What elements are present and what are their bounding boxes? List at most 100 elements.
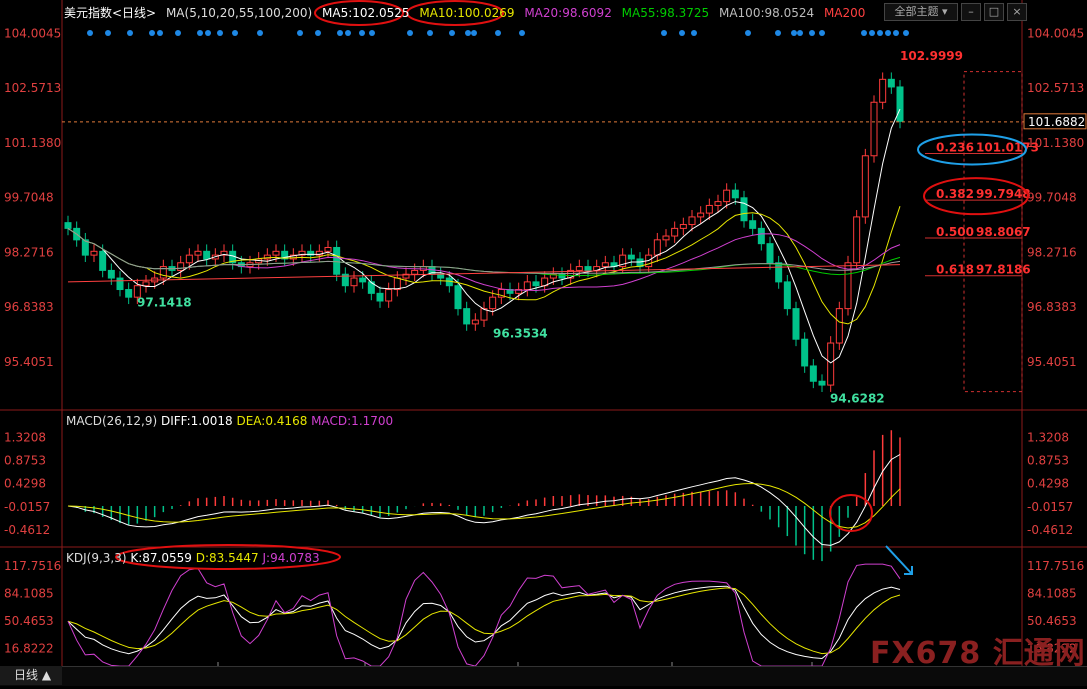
price-tick-left: 99.7048	[4, 191, 54, 205]
signal-dot	[175, 30, 181, 36]
fib-value: 101.0173	[976, 140, 1039, 154]
macd-value: MACD:1.1700	[311, 414, 394, 428]
candle-body	[757, 227, 765, 245]
candle-body	[792, 308, 800, 340]
signal-dot	[465, 30, 471, 36]
candle-body	[471, 319, 479, 325]
candle-body	[584, 266, 592, 271]
candle-body	[705, 204, 713, 214]
restore-icon[interactable]: □	[984, 3, 1004, 21]
candle-body	[333, 246, 341, 275]
signal-dot	[127, 30, 133, 36]
signal-dot	[217, 30, 223, 36]
signal-dot	[369, 30, 375, 36]
low-price-label: 94.6282	[830, 391, 885, 405]
candle-body	[601, 262, 609, 268]
ma10-value: MA10:100.0269	[419, 6, 515, 20]
close-icon[interactable]: ×	[1007, 3, 1027, 21]
signal-dot	[257, 30, 263, 36]
price-tick-left: 101.1380	[4, 136, 61, 150]
candle-body	[411, 269, 419, 275]
candle-body	[662, 235, 670, 241]
price-tick-right: 95.4051	[1027, 355, 1077, 369]
signal-dot	[775, 30, 781, 36]
signal-dot	[861, 30, 867, 36]
price-tick-left: 95.4051	[4, 355, 54, 369]
instrument-title: 美元指数<日线>	[64, 6, 157, 20]
period-tab[interactable]: 日线 ▲	[0, 666, 62, 685]
candle-body	[376, 292, 384, 302]
candle-body	[835, 308, 843, 344]
kdj-k-line	[67, 585, 901, 660]
candle-body	[697, 212, 705, 218]
fib-ratio: 0.500	[936, 225, 974, 239]
chart-canvas[interactable]: 104.0045 104.0045 102.5713 102.5713 101.1380…	[0, 0, 1087, 685]
price-tick-right: 99.7048	[1027, 191, 1077, 205]
kdj-tick-right: 117.7516	[1027, 559, 1084, 573]
signal-dot	[809, 30, 815, 36]
price-header: 美元指数<日线> MA(5,10,20,55,100,200) MA5:102.…	[64, 4, 871, 21]
kdj-d: D:83.5447	[195, 551, 259, 565]
macd-tick-left: -0.0157	[4, 500, 50, 514]
candle-body	[177, 262, 185, 271]
candle-body	[879, 78, 887, 103]
kdj-tick-right: 84.1085	[1027, 586, 1077, 600]
signal-dot	[519, 30, 525, 36]
candle-body	[350, 277, 358, 287]
signal-dot	[471, 30, 477, 36]
fib-ratio: 0.618	[936, 263, 974, 277]
signal-dot	[903, 30, 909, 36]
kdj-tick-left: 16.8222	[4, 641, 54, 655]
macd-tick-right: 0.4298	[1027, 477, 1069, 491]
arrow-icon	[885, 545, 913, 575]
macd-header: MACD(26,12,9) DIFF:1.0018 DEA:0.4168 MAC…	[66, 414, 393, 428]
signal-dot	[791, 30, 797, 36]
signal-dot	[105, 30, 111, 36]
signal-dot	[893, 30, 899, 36]
signal-dot	[359, 30, 365, 36]
macd-cross-ellipse	[829, 494, 873, 532]
signal-dot	[297, 30, 303, 36]
kdj-header: KDJ(9,3,3) K:87.0559 D:83.5447 J:94.0783	[66, 551, 320, 565]
signal-dot	[495, 30, 501, 36]
candle-body	[324, 246, 332, 252]
theme-dropdown[interactable]: 全部主题 ▾	[884, 3, 958, 21]
signal-dot	[679, 30, 685, 36]
ma55-value: MA55:98.3725	[621, 6, 710, 20]
price-tick-left: 104.0045	[4, 26, 61, 40]
candle-body	[64, 222, 72, 229]
kdj-label: KDJ(9,3,3)	[66, 551, 127, 565]
signal-dot	[345, 30, 351, 36]
ma200-value: MA200	[823, 6, 866, 20]
candle-body	[853, 216, 861, 264]
high-price-label: 102.9999	[900, 49, 963, 63]
signal-dot	[449, 30, 455, 36]
candle-body	[671, 227, 679, 237]
kdj-tick-left: 117.7516	[4, 559, 61, 573]
signal-dot	[87, 30, 93, 36]
candle-body	[887, 78, 895, 88]
candle-body	[489, 296, 497, 310]
macd-dea-line	[67, 482, 901, 529]
price-tick-right: 102.5713	[1027, 81, 1084, 95]
candle-body	[185, 254, 193, 264]
candle-body	[653, 239, 661, 256]
signal-dot	[661, 30, 667, 36]
kdj-k: K:87.0559	[130, 551, 192, 565]
signal-dot	[819, 30, 825, 36]
chart-stage: 104.0045 104.0045 102.5713 102.5713 101.1380…	[0, 0, 1087, 685]
candle-body	[532, 281, 540, 287]
signal-dot	[691, 30, 697, 36]
kdj-tick-left: 84.1085	[4, 586, 54, 600]
signal-dot	[197, 30, 203, 36]
minimize-icon[interactable]: –	[961, 3, 981, 21]
candle-body	[393, 277, 401, 291]
macd-tick-right: -0.0157	[1027, 500, 1073, 514]
candle-body	[749, 220, 757, 229]
low2-price-label: 96.3534	[493, 326, 548, 340]
ma5-value: MA5:102.0525	[322, 6, 410, 20]
candle-body	[775, 262, 783, 283]
macd-tick-left: 1.3208	[4, 430, 46, 444]
fib-value: 99.7948	[976, 187, 1031, 201]
price-tick-right: 104.0045	[1027, 26, 1084, 40]
